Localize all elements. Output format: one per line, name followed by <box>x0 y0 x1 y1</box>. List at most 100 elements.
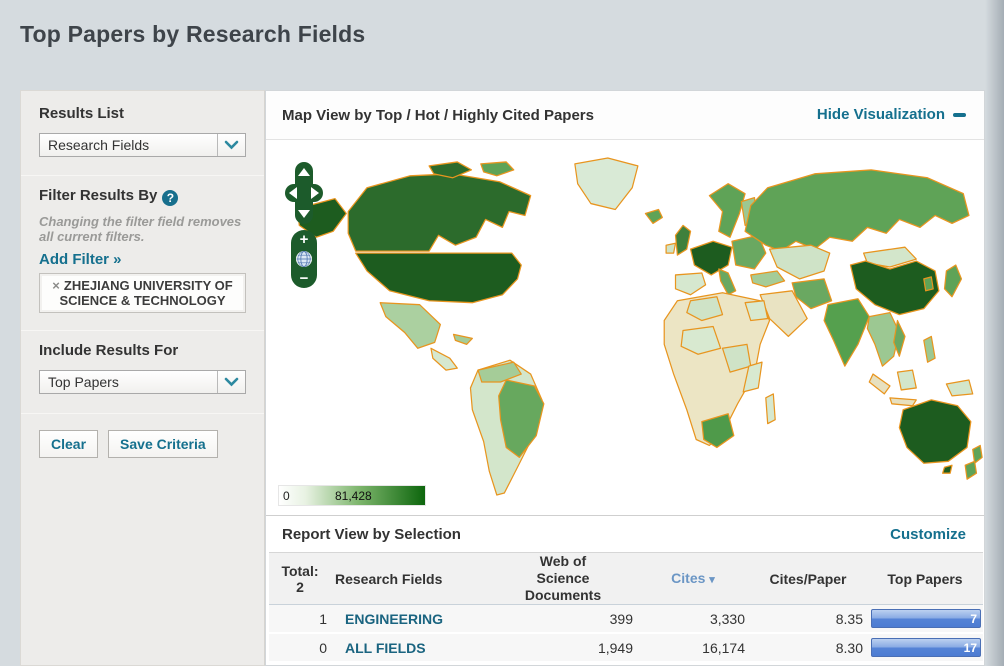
map-region-brazil[interactable] <box>499 380 544 457</box>
zoom-in-icon[interactable]: + <box>300 233 309 246</box>
page-edge-shadow <box>985 0 1004 666</box>
map-region-korea[interactable] <box>924 277 933 291</box>
sidebar-divider <box>21 175 264 176</box>
include-results-selected-value: Top Papers <box>40 374 217 390</box>
legend-max-value: 81,428 <box>335 489 372 503</box>
map-region-russia[interactable] <box>745 170 969 251</box>
filter-chip[interactable]: ×ZHEJIANG UNIVERSITY OF SCIENCE & TECHNO… <box>39 273 246 313</box>
cites-per-paper-value: 8.35 <box>749 605 867 634</box>
map-region-usa[interactable] <box>356 253 522 303</box>
customize-link[interactable]: Customize <box>890 526 966 543</box>
row-index: 0 <box>269 633 331 662</box>
include-results-select[interactable]: Top Papers <box>39 370 246 394</box>
filters-sidebar: Results List Research Fields Filter Resu… <box>20 90 265 666</box>
map-region-canada[interactable] <box>348 174 530 251</box>
map-region-mexico[interactable] <box>380 303 440 349</box>
map-region-new-guinea[interactable] <box>946 380 972 396</box>
map-region-tasmania[interactable] <box>943 465 952 473</box>
pan-right-icon[interactable] <box>311 187 319 199</box>
cites-value: 3,330 <box>637 605 749 634</box>
save-criteria-button[interactable]: Save Criteria <box>108 430 218 458</box>
globe-icon[interactable] <box>295 250 313 268</box>
map-pan-control[interactable] <box>285 162 323 224</box>
map-region-greenland[interactable] <box>575 158 638 210</box>
map-region-borneo[interactable] <box>897 370 916 390</box>
map-zoom-control[interactable]: + − <box>291 230 317 288</box>
main-panel: Map View by Top / Hot / Highly Cited Pap… <box>265 90 985 666</box>
filter-results-by-label: Filter Results By? <box>39 187 246 206</box>
wos-documents-value: 399 <box>489 605 637 634</box>
report-view-title: Report View by Selection <box>282 526 461 543</box>
research-fields-header: Research Fields <box>331 553 489 605</box>
pan-down-icon[interactable] <box>298 210 310 218</box>
sidebar-divider <box>21 413 264 414</box>
top-papers-header: Top Papers <box>867 553 983 605</box>
cites-per-paper-header: Cites/Paper <box>749 553 867 605</box>
table-header-row: Total: 2 Research Fields Web of Science … <box>269 553 983 605</box>
table-row: 0 ALL FIELDS 1,949 16,174 8.30 17 <box>269 633 983 662</box>
chevron-down-icon <box>217 371 245 393</box>
map-region-uk[interactable] <box>676 225 691 255</box>
map-region-java[interactable] <box>890 398 916 406</box>
map-region-arctic-islands[interactable] <box>481 162 514 176</box>
filter-results-by-text: Filter Results By <box>39 187 157 204</box>
map-region-new-zealand-north[interactable] <box>973 445 982 463</box>
cites-value: 16,174 <box>637 633 749 662</box>
map-region-australia[interactable] <box>899 400 970 463</box>
map-region-spain[interactable] <box>676 273 706 295</box>
map-view-header: Map View by Top / Hot / Highly Cited Pap… <box>266 91 984 140</box>
add-filter-link[interactable]: Add Filter » <box>39 251 122 268</box>
cites-per-paper-value: 8.30 <box>749 633 867 662</box>
map-region-japan[interactable] <box>944 265 961 297</box>
total-header: Total: 2 <box>269 553 331 605</box>
map-region-philippines[interactable] <box>924 336 935 362</box>
hide-visualization-link[interactable]: Hide Visualization <box>817 106 945 123</box>
map-region-ireland[interactable] <box>666 243 675 253</box>
chevron-down-icon <box>217 134 245 156</box>
cites-header[interactable]: Cites ▾ <box>637 553 749 605</box>
map-region-india[interactable] <box>824 299 869 366</box>
map-region-sumatra[interactable] <box>869 374 890 394</box>
clear-button[interactable]: Clear <box>39 430 98 458</box>
total-value: 2 <box>273 579 327 595</box>
pan-left-icon[interactable] <box>289 187 297 199</box>
row-index: 1 <box>269 605 331 634</box>
report-table: Total: 2 Research Fields Web of Science … <box>269 552 983 663</box>
results-list-select[interactable]: Research Fields <box>39 133 246 157</box>
world-map-area: + − 0 81,428 <box>266 140 984 515</box>
top-papers-bar: 7 <box>871 609 981 628</box>
filter-note: Changing the filter field removes all cu… <box>39 214 246 244</box>
top-papers-value: 17 <box>964 641 977 655</box>
wos-documents-header: Web of Science Documents <box>489 553 637 605</box>
map-region-new-zealand-south[interactable] <box>965 461 976 479</box>
map-region-scandinavia[interactable] <box>709 184 745 238</box>
map-region-caribbean[interactable] <box>454 334 473 344</box>
wos-documents-value: 1,949 <box>489 633 637 662</box>
top-papers-value: 7 <box>970 612 977 626</box>
world-map[interactable] <box>288 154 984 496</box>
map-region-western-europe[interactable] <box>691 241 732 275</box>
research-field-link[interactable]: ALL FIELDS <box>335 640 426 656</box>
top-papers-bar: 17 <box>871 638 981 657</box>
total-label: Total: <box>273 563 327 579</box>
map-region-turkey[interactable] <box>751 271 785 287</box>
zoom-out-icon[interactable]: − <box>300 272 309 285</box>
cites-header-label[interactable]: Cites <box>671 570 705 586</box>
remove-filter-icon[interactable]: × <box>52 278 60 293</box>
results-list-selected-value: Research Fields <box>40 137 217 153</box>
pan-up-icon[interactable] <box>298 168 310 176</box>
help-icon[interactable]: ? <box>162 190 178 206</box>
map-region-iceland[interactable] <box>645 210 662 224</box>
table-row: 1 ENGINEERING 399 3,330 8.35 7 <box>269 605 983 634</box>
sort-down-icon[interactable]: ▾ <box>709 574 715 586</box>
map-region-italy[interactable] <box>719 269 736 295</box>
results-list-label: Results List <box>39 105 246 122</box>
report-view-header: Report View by Selection Customize <box>266 515 984 552</box>
sidebar-divider <box>21 330 264 331</box>
research-field-link[interactable]: ENGINEERING <box>335 611 443 627</box>
map-view-title: Map View by Top / Hot / Highly Cited Pap… <box>282 107 594 124</box>
page-title: Top Papers by Research Fields <box>20 21 365 48</box>
map-region-central-america[interactable] <box>431 348 457 370</box>
hide-visualization-minus-icon[interactable] <box>953 113 966 117</box>
map-region-madagascar[interactable] <box>766 394 775 424</box>
